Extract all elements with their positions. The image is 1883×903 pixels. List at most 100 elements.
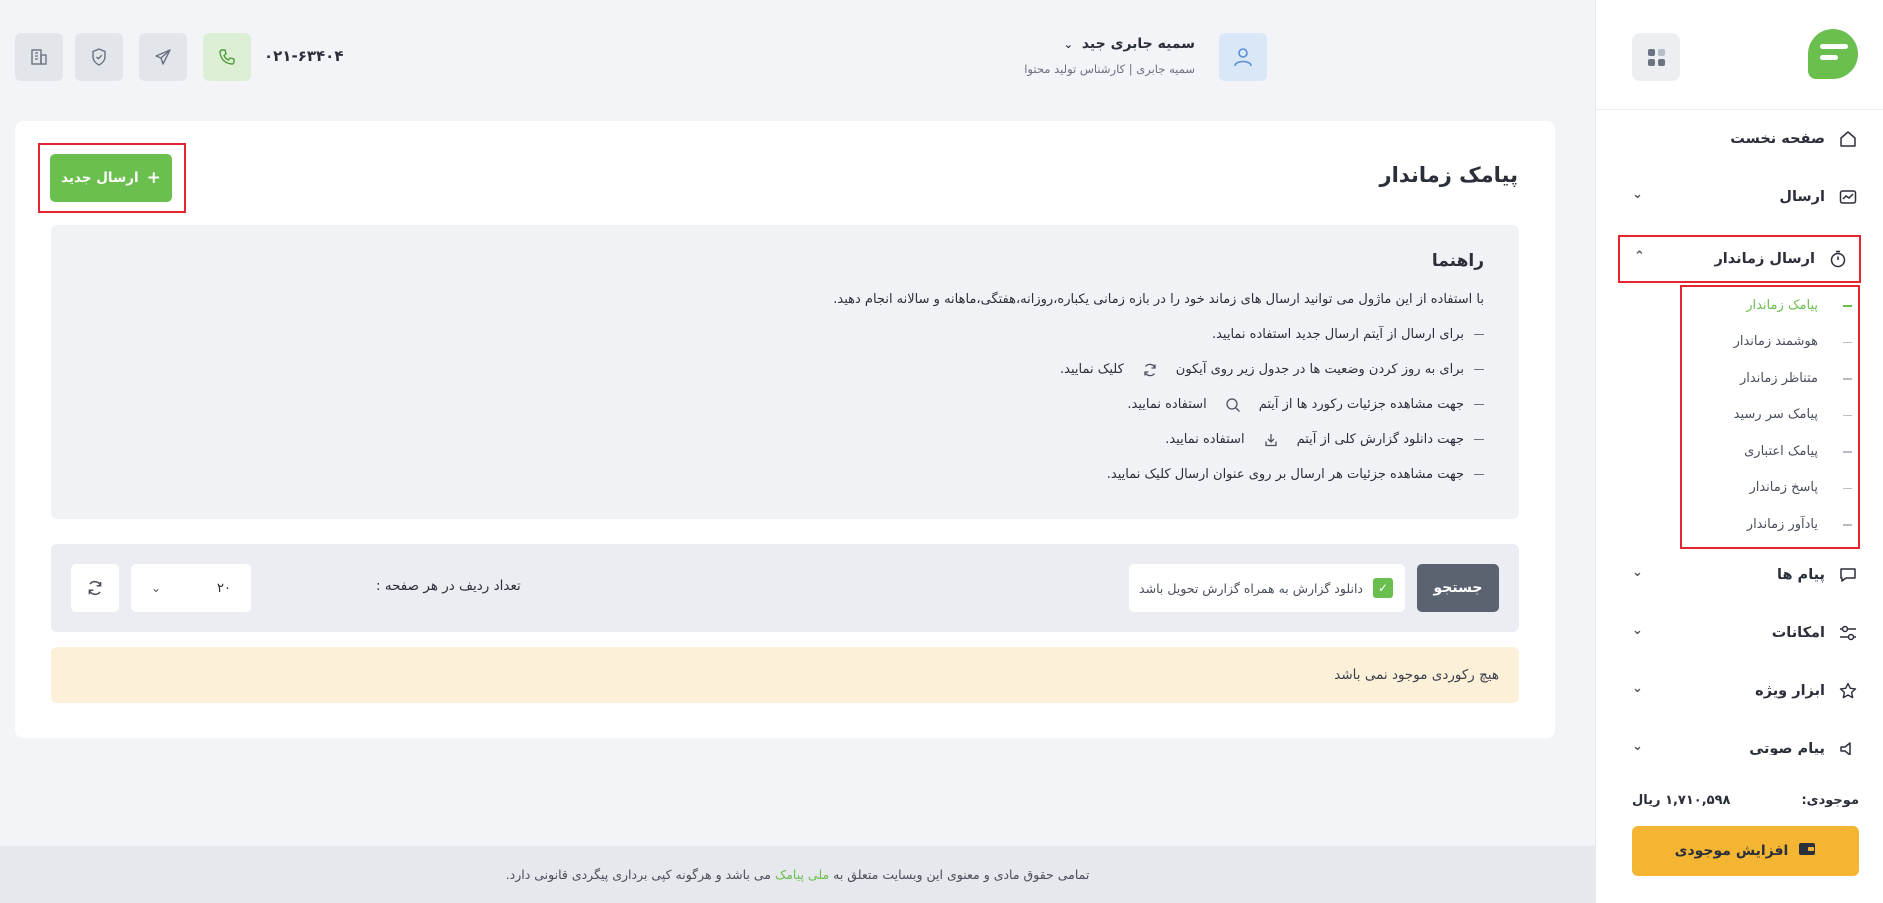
submenu-item-smart-scheduled[interactable]: هوشمند زماندار xyxy=(1682,324,1858,361)
dash-icon xyxy=(1474,438,1484,441)
new-send-highlight: ارسال جدید + xyxy=(38,143,186,213)
dash-icon xyxy=(1474,368,1484,371)
refresh-icon xyxy=(88,580,102,596)
delivery-report-checkbox[interactable]: دانلود گزارش به همراه گزارش تحویل باشد ✓ xyxy=(1129,564,1405,612)
sidebar-item-home[interactable]: صفحه نخست xyxy=(1618,118,1859,160)
sidebar-item-scheduled-send[interactable]: ⌃ ارسال زماندار xyxy=(1618,235,1861,283)
list-item: جهت مشاهده جزئیات رکورد ها از آیتم استفا… xyxy=(1060,387,1484,422)
star-icon xyxy=(1837,680,1859,702)
submenu-label: هوشمند زماندار xyxy=(1733,334,1818,350)
chevron-down-icon: ⌄ xyxy=(1632,565,1643,580)
sidebar: صفحه نخست ⌄ ارسال ⌃ ارسال زماندار ⌄ پیام… xyxy=(1595,0,1883,903)
rows-per-page-value: ۲۰ xyxy=(217,580,231,596)
sidebar-item-label: پیام صوتی xyxy=(1749,741,1825,755)
chevron-down-icon: ⌄ xyxy=(1063,38,1073,51)
grid-dot-icon xyxy=(1647,58,1655,66)
send-chart-icon xyxy=(1837,186,1859,208)
page-title: پیامک زماندار xyxy=(1379,163,1518,187)
sidebar-item-features[interactable]: ⌄ امکانات xyxy=(1618,612,1859,654)
footer-text: تمامی حقوق مادی و معنوی این وبسایت متعلق… xyxy=(833,867,1090,882)
submenu-label: پاسخ زماندار xyxy=(1749,480,1818,496)
refresh-icon xyxy=(1142,362,1158,378)
apps-grid-button[interactable] xyxy=(1632,33,1680,81)
chevron-down-icon: ⌄ xyxy=(1632,739,1643,754)
submenu-item-scheduled-reply[interactable]: پاسخ زماندار xyxy=(1682,470,1858,507)
list-item: برای به روز کردن وضعیت ها در جدول زیر رو… xyxy=(1060,352,1484,387)
guide-line: جهت مشاهده جزئیات رکورد ها از آیتم xyxy=(1258,397,1464,412)
submenu-item-scheduled-reminder[interactable]: یادآور زماندار xyxy=(1682,506,1858,543)
guide-line: جهت دانلود گزارش کلی از آیتم xyxy=(1296,432,1464,447)
submenu-label: یادآور زماندار xyxy=(1746,516,1818,532)
scheduled-submenu: پیامک زماندار هوشمند زماندار متناظر زمان… xyxy=(1680,285,1860,549)
download-icon xyxy=(1263,432,1279,448)
speaker-icon xyxy=(1837,738,1859,755)
chevron-up-icon: ⌃ xyxy=(1634,249,1645,264)
submenu-label: پیامک اعتباری xyxy=(1744,443,1818,459)
sidebar-item-voice-message[interactable]: ⌄ پیام صوتی xyxy=(1618,728,1859,755)
sidebar-item-label: امکانات xyxy=(1771,625,1825,641)
sidebar-header xyxy=(1596,0,1883,110)
footer-brand-link[interactable]: ملی پیامک xyxy=(775,867,829,882)
footer-text: می باشد و هرگونه کپی برداری پیگردی قانون… xyxy=(505,867,772,882)
logo[interactable] xyxy=(1808,29,1858,79)
submenu-label: متناظر زماندار xyxy=(1740,370,1818,386)
phone-button[interactable] xyxy=(203,33,251,81)
sidebar-item-label: ارسال xyxy=(1779,189,1825,205)
guide-line: استفاده نمایید. xyxy=(1165,432,1245,447)
chevron-down-icon: ⌄ xyxy=(1632,681,1643,696)
chevron-down-icon: ⌄ xyxy=(151,581,162,595)
user-icon xyxy=(1234,48,1252,67)
top-header: سمیه جابری جید ⌄ سمیه جابری | کارشناس تو… xyxy=(0,0,1595,110)
new-send-button[interactable]: ارسال جدید + xyxy=(50,154,172,202)
filter-bar: جستجو دانلود گزارش به همراه گزارش تحویل … xyxy=(51,544,1519,632)
dash-icon xyxy=(1474,473,1484,476)
rows-per-page-select[interactable]: ⌄ ۲۰ xyxy=(131,564,251,612)
home-icon xyxy=(1837,128,1859,150)
guide-line: جهت مشاهده جزئیات هر ارسال بر روی عنوان … xyxy=(1106,467,1464,482)
submenu-item-matching-scheduled[interactable]: متناظر زماندار xyxy=(1682,360,1858,397)
search-icon xyxy=(1225,397,1241,413)
sidebar-item-special-tools[interactable]: ⌄ ابزار ویژه xyxy=(1618,670,1859,712)
submenu-item-due-date-sms[interactable]: پیامک سر رسید xyxy=(1682,397,1858,434)
user-name-text: سمیه جابری جید xyxy=(1081,36,1195,52)
chevron-down-icon: ⌄ xyxy=(1632,623,1643,638)
sidebar-item-label: پیام ها xyxy=(1777,567,1825,583)
grid-dot-icon xyxy=(1657,48,1665,56)
paper-plane-icon xyxy=(155,49,171,65)
top-up-label: افزایش موجودی xyxy=(1674,843,1789,859)
user-name[interactable]: سمیه جابری جید ⌄ xyxy=(1064,36,1195,52)
organization-button[interactable] xyxy=(15,33,63,81)
shield-icon xyxy=(92,48,106,66)
list-item: جهت مشاهده جزئیات هر ارسال بر روی عنوان … xyxy=(1060,457,1484,492)
footer: تمامی حقوق مادی و معنوی این وبسایت متعلق… xyxy=(0,846,1595,903)
guide-list: برای ارسال از آیتم ارسال جدید استفاده نم… xyxy=(1060,317,1484,492)
submenu-item-scheduled-sms[interactable]: پیامک زماندار xyxy=(1682,287,1858,324)
balance-value: ۱,۷۱۰,۵۹۸ ریال xyxy=(1632,792,1731,808)
building-icon xyxy=(31,49,47,65)
sidebar-item-label: صفحه نخست xyxy=(1730,131,1825,147)
guide-line: برای ارسال از آیتم ارسال جدید استفاده نم… xyxy=(1211,327,1464,342)
search-button[interactable]: جستجو xyxy=(1417,564,1499,612)
support-phone-number: ۰۲۱-۶۳۴۰۴ xyxy=(264,47,344,65)
guide-line: برای به روز کردن وضعیت ها در جدول زیر رو… xyxy=(1175,362,1464,377)
telegram-button[interactable] xyxy=(139,33,187,81)
phone-icon xyxy=(219,49,235,65)
checkmark-icon[interactable]: ✓ xyxy=(1373,578,1393,598)
grid-dot-icon xyxy=(1647,48,1655,56)
timer-icon xyxy=(1827,248,1849,270)
sidebar-item-messages[interactable]: ⌄ پیام ها xyxy=(1618,554,1859,596)
refresh-button[interactable] xyxy=(71,564,119,612)
submenu-label: پیامک زماندار xyxy=(1746,297,1818,313)
sidebar-item-send[interactable]: ⌄ ارسال xyxy=(1618,176,1859,218)
sliders-icon xyxy=(1837,622,1859,644)
dash-icon xyxy=(1474,403,1484,406)
top-up-button[interactable]: افزایش موجودی xyxy=(1632,826,1859,876)
chevron-down-icon: ⌄ xyxy=(1632,187,1643,202)
guide-title: راهنما xyxy=(1431,251,1484,271)
avatar[interactable] xyxy=(1219,33,1267,81)
submenu-item-credit-sms[interactable]: پیامک اعتباری xyxy=(1682,433,1858,470)
search-label: جستجو xyxy=(1433,580,1483,596)
list-item: جهت دانلود گزارش کلی از آیتم استفاده نما… xyxy=(1060,422,1484,457)
security-button[interactable] xyxy=(75,33,123,81)
dash-icon xyxy=(1474,333,1484,336)
